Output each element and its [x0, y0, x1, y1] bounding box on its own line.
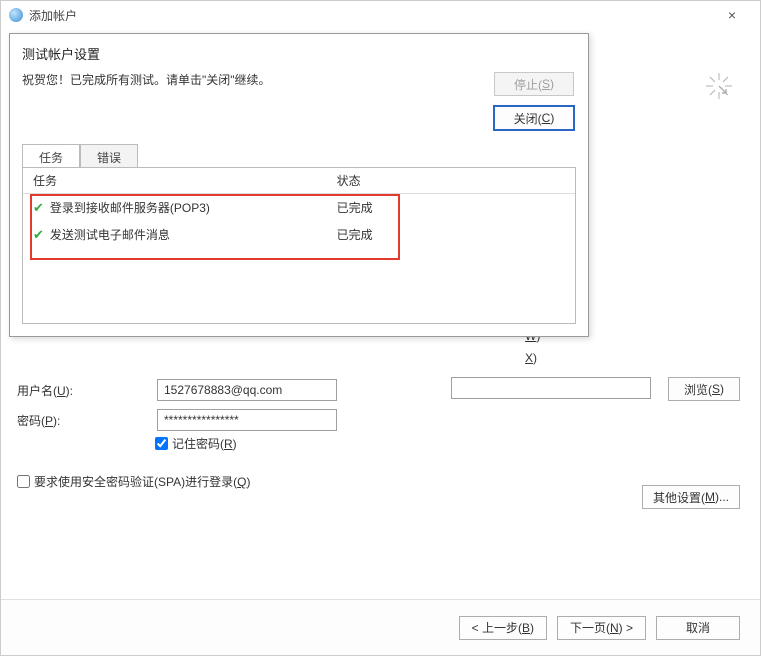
- test-account-dialog: 测试帐户设置 祝贺您！已完成所有测试。请单击"关闭"继续。 停止(S) 关闭(C…: [9, 33, 589, 337]
- username-label: 用户名(U):: [17, 382, 157, 399]
- tasks-table: 任务 状态 ✔ 登录到接收邮件服务器(POP3) 已完成 ✔ 发送测试电子邮件消息 …: [23, 168, 575, 248]
- spa-checkbox-input[interactable]: [17, 475, 30, 488]
- username-row: 用户名(U):: [17, 379, 337, 401]
- row-x: X): [525, 351, 537, 365]
- spa-checkbox[interactable]: 要求使用安全密码验证(SPA)进行登录(Q): [17, 473, 250, 490]
- back-button[interactable]: < 上一步(B): [459, 616, 547, 640]
- globe-icon: [9, 8, 23, 22]
- remember-password-checkbox[interactable]: 记住密码(R): [155, 435, 237, 452]
- table-row: ✔ 登录到接收邮件服务器(POP3) 已完成: [23, 194, 575, 222]
- main-window: 添加帐户 × 正确无误。 帐户设置(S): [0, 0, 761, 656]
- dialog-buttons: 停止(S) 关闭(C): [494, 72, 574, 130]
- username-input[interactable]: [157, 379, 337, 401]
- password-label: 密码(P):: [17, 412, 157, 429]
- other-settings-button[interactable]: 其他设置(M)...: [642, 485, 740, 509]
- titlebar: 添加帐户 ×: [1, 1, 760, 29]
- browse-button[interactable]: 浏览(S): [668, 377, 740, 401]
- col-status: 状态: [327, 168, 575, 194]
- dialog-title: 测试帐户设置: [10, 34, 588, 71]
- remember-checkbox-input[interactable]: [155, 437, 168, 450]
- busy-cursor-icon: [702, 69, 736, 109]
- wizard-footer: < 上一步(B) 下一页(N) > 取消: [1, 599, 760, 655]
- close-button[interactable]: 关闭(C): [494, 106, 574, 130]
- col-task: 任务: [23, 168, 327, 194]
- close-icon[interactable]: ×: [712, 7, 752, 23]
- cancel-button[interactable]: 取消: [656, 616, 740, 640]
- check-icon: ✔: [33, 227, 44, 243]
- window-title: 添加帐户: [29, 7, 77, 24]
- task-status: 已完成: [327, 194, 575, 222]
- check-icon: ✔: [33, 200, 44, 216]
- password-row: 密码(P):: [17, 409, 337, 431]
- path-input[interactable]: [451, 377, 651, 399]
- next-button[interactable]: 下一页(N) >: [557, 616, 646, 640]
- task-name: 发送测试电子邮件消息: [50, 228, 170, 242]
- table-row: ✔ 发送测试电子邮件消息 已完成: [23, 221, 575, 248]
- task-status: 已完成: [327, 221, 575, 248]
- password-input[interactable]: [157, 409, 337, 431]
- tab-body: 任务 状态 ✔ 登录到接收邮件服务器(POP3) 已完成 ✔ 发送测试电子邮件消息 …: [22, 167, 576, 324]
- stop-button: 停止(S): [494, 72, 574, 96]
- task-name: 登录到接收邮件服务器(POP3): [50, 201, 210, 215]
